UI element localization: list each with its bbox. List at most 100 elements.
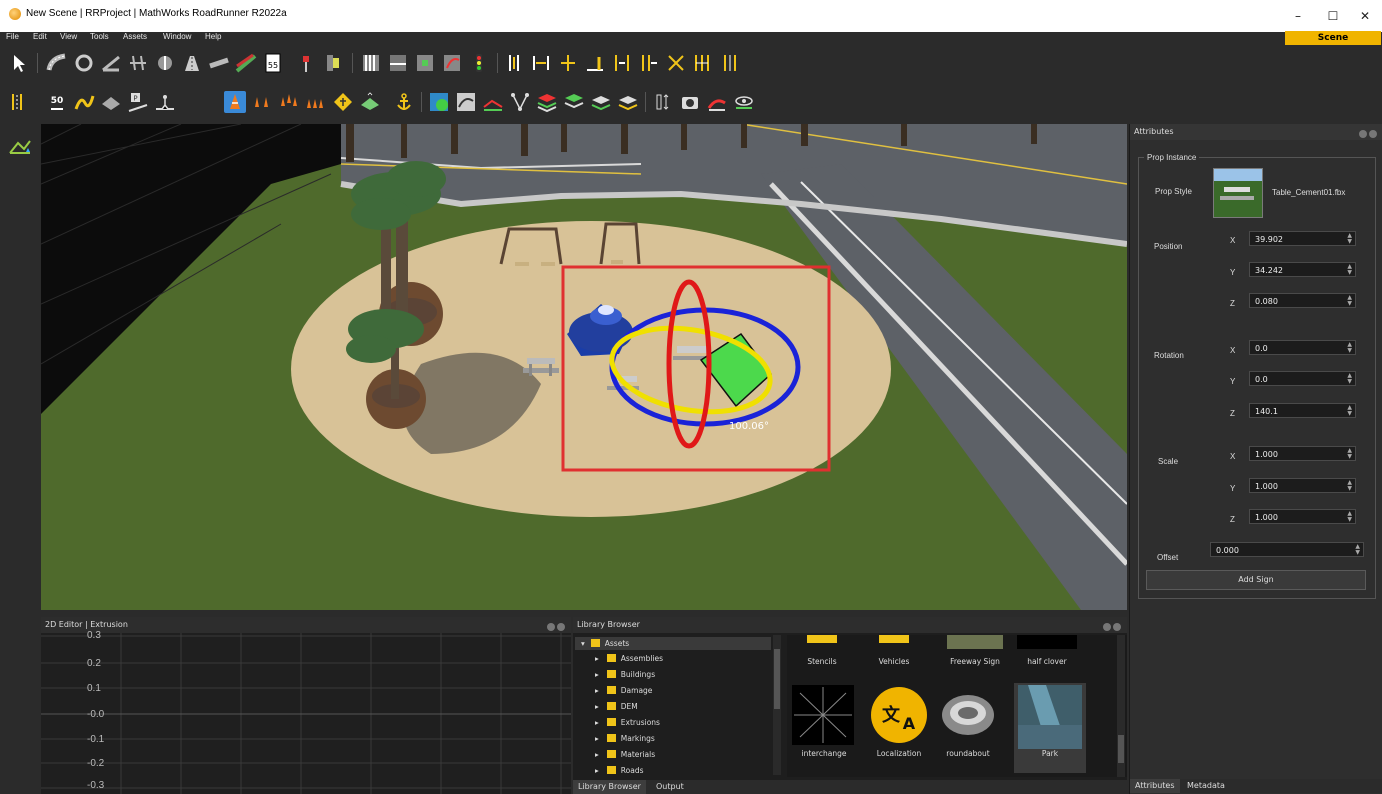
lane-width-tool-icon[interactable] xyxy=(181,52,203,74)
menu-edit[interactable]: Edit xyxy=(33,32,47,41)
localization-icon[interactable]: 文A xyxy=(869,685,929,745)
lane-tool-icon[interactable] xyxy=(154,52,176,74)
asset-roundabout[interactable]: roundabout xyxy=(933,749,1003,758)
measure-tool-icon[interactable] xyxy=(652,91,674,113)
tree-item-markings[interactable]: ▸ Markings xyxy=(595,732,655,745)
maximize-button[interactable]: ☐ xyxy=(1318,6,1348,26)
library-float-icon[interactable] xyxy=(1103,623,1111,631)
road-plan-tool-icon[interactable] xyxy=(46,52,68,74)
editor-float-icon[interactable] xyxy=(547,623,555,631)
tree-item-dem[interactable]: ▸ DEM xyxy=(595,700,638,713)
prop-tool-icon[interactable] xyxy=(322,52,344,74)
library-close-icon[interactable] xyxy=(1113,623,1121,631)
prop-surface-tool-icon[interactable] xyxy=(359,91,381,113)
prop-curve-tool-icon[interactable] xyxy=(251,91,273,113)
lane-tool-2-icon[interactable] xyxy=(8,91,30,113)
menu-file[interactable]: File xyxy=(6,32,19,41)
terrain-options-icon[interactable] xyxy=(8,136,32,156)
lane-carving-tool-icon[interactable] xyxy=(503,52,525,74)
prop-polygon-tool-icon[interactable] xyxy=(278,91,300,113)
scene-tab[interactable]: Scene xyxy=(1285,31,1381,45)
asset-vehicles[interactable]: Vehicles xyxy=(859,657,929,666)
tree-item-damage[interactable]: ▸ Damage xyxy=(595,684,652,697)
marking-curve-tool-icon[interactable] xyxy=(441,52,463,74)
editor-close-icon[interactable] xyxy=(557,623,565,631)
tree-item-assemblies[interactable]: ▸ Assemblies xyxy=(595,652,663,665)
prop-point-tool-icon[interactable] xyxy=(224,91,246,113)
lane-spur-tool-icon[interactable] xyxy=(584,52,606,74)
extrusion-graph[interactable] xyxy=(41,633,571,794)
position-y-field[interactable]: 34.242 ▲ ▼ xyxy=(1249,262,1356,277)
select-pointer-icon[interactable] xyxy=(8,52,30,74)
curve-road-tool-icon[interactable] xyxy=(73,91,95,113)
camera-tool-icon[interactable] xyxy=(679,91,701,113)
menu-tools[interactable]: Tools xyxy=(90,32,109,41)
surface-edit-tool-icon[interactable] xyxy=(482,91,504,113)
prop-style-thumbnail[interactable] xyxy=(1213,168,1263,218)
surface-tool-icon[interactable] xyxy=(100,91,122,113)
layer-tool-2-icon[interactable] xyxy=(563,91,585,113)
tab-output[interactable]: Output xyxy=(651,780,689,794)
tab-attributes[interactable]: Attributes xyxy=(1130,779,1180,793)
menu-window[interactable]: Window xyxy=(163,32,191,41)
add-sign-button[interactable]: Add Sign xyxy=(1146,570,1366,590)
asset-park[interactable]: Park xyxy=(1015,749,1085,758)
crosswalk-tool-icon[interactable] xyxy=(360,52,382,74)
3d-viewport[interactable]: 100.06° xyxy=(41,124,1127,610)
asset-stencils[interactable]: Stencils xyxy=(787,657,857,666)
speed-sign-tool-icon[interactable]: 50 xyxy=(46,91,68,113)
scale-y-field[interactable]: 1.000 ▲ ▼ xyxy=(1249,478,1356,493)
panel-float-icon[interactable] xyxy=(1359,130,1367,138)
asset-interchange[interactable]: interchange xyxy=(789,749,859,758)
scene-render[interactable]: 100.06° xyxy=(41,124,1127,610)
scale-x-field[interactable]: 1.000 ▲ ▼ xyxy=(1249,446,1356,461)
pedestrian-tool-icon[interactable] xyxy=(154,91,176,113)
tree-item-extrusions[interactable]: ▸ Extrusions xyxy=(595,716,660,729)
panel-close-icon[interactable] xyxy=(1369,130,1377,138)
asset-localization[interactable]: Localization xyxy=(864,749,934,758)
asset-park-selected[interactable] xyxy=(1014,683,1086,773)
vector-data-tool-icon[interactable] xyxy=(509,91,531,113)
asset-grid-scrollbar[interactable] xyxy=(1117,635,1125,777)
interchange-thumbnail[interactable] xyxy=(792,685,854,745)
visibility-tool-icon[interactable] xyxy=(733,91,755,113)
traffic-signal-tool-icon[interactable] xyxy=(468,52,490,74)
tab-library-browser[interactable]: Library Browser xyxy=(573,780,646,794)
tab-metadata[interactable]: Metadata xyxy=(1182,779,1230,793)
layer-tool-4-icon[interactable] xyxy=(617,91,639,113)
menu-assets[interactable]: Assets xyxy=(123,32,147,41)
lane-form-tool-icon[interactable] xyxy=(208,52,230,74)
position-x-field[interactable]: 39.902 ▲ ▼ xyxy=(1249,231,1356,246)
layer-tool-1-icon[interactable] xyxy=(536,91,558,113)
stop-line-tool-icon[interactable] xyxy=(387,52,409,74)
tree-item-roads[interactable]: ▸ Roads xyxy=(595,764,644,774)
asset-freeway-sign[interactable]: Freeway Sign xyxy=(940,657,1010,666)
junction-marking-tool-icon[interactable] xyxy=(414,52,436,74)
elevation-map-tool-icon[interactable] xyxy=(455,91,477,113)
lane-chop-tool-icon[interactable] xyxy=(719,52,741,74)
lane-crossing-tool-icon[interactable] xyxy=(665,52,687,74)
corner-tool-icon[interactable] xyxy=(100,52,122,74)
lane-marking-tool-icon[interactable] xyxy=(235,52,257,74)
lane-add-tool-icon[interactable] xyxy=(557,52,579,74)
tree-item-buildings[interactable]: ▸ Buildings xyxy=(595,668,655,681)
offset-field[interactable]: 0.000 ▲ ▼ xyxy=(1210,542,1364,557)
tree-item-assets[interactable]: ▾ Assets xyxy=(575,637,771,650)
speed-limit-tool-icon[interactable]: 55 xyxy=(262,52,284,74)
prop-span-tool-icon[interactable] xyxy=(332,91,354,113)
tree-item-materials[interactable]: ▸ Materials xyxy=(595,748,655,761)
anchor-tool-icon[interactable] xyxy=(393,91,415,113)
sign-tool-icon[interactable] xyxy=(295,52,317,74)
minimize-button[interactable]: – xyxy=(1283,6,1313,26)
lane-width-adjust-icon[interactable] xyxy=(530,52,552,74)
junction-tool-icon[interactable] xyxy=(127,52,149,74)
roundabout-tool-icon[interactable] xyxy=(73,52,95,74)
scale-z-field[interactable]: 1.000 ▲ ▼ xyxy=(1249,509,1356,524)
position-z-field[interactable]: 0.080 ▲ ▼ xyxy=(1249,293,1356,308)
roundabout-thumbnail[interactable] xyxy=(940,687,996,743)
scenario-tool-icon[interactable] xyxy=(706,91,728,113)
lane-split-tool-icon[interactable] xyxy=(611,52,633,74)
prop-set-tool-icon[interactable] xyxy=(305,91,327,113)
menu-help[interactable]: Help xyxy=(205,32,221,41)
rotation-y-field[interactable]: 0.0 ▲ ▼ xyxy=(1249,371,1356,386)
